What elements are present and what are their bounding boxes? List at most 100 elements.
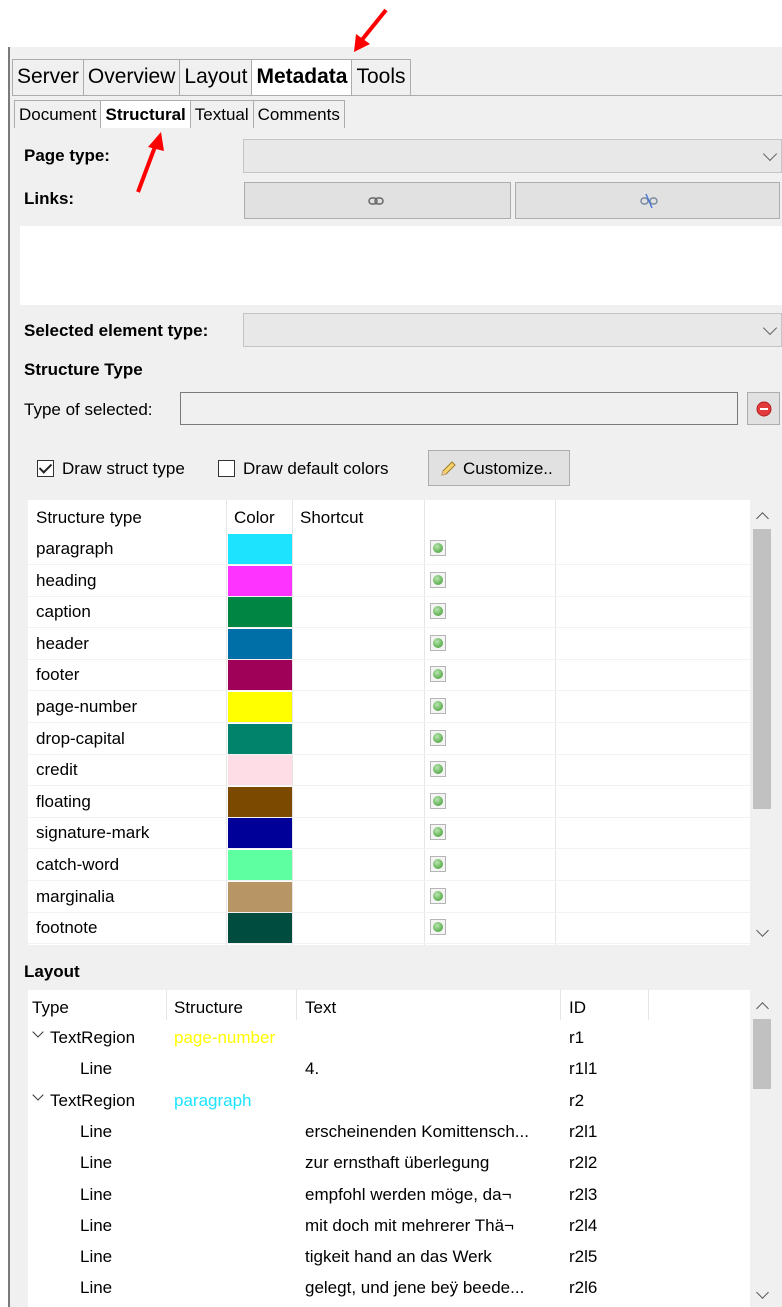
draw-struct-type-checkbox[interactable] [37,460,54,477]
add-shortcut-icon[interactable] [430,761,446,778]
color-swatch[interactable] [228,818,292,849]
layout-type: Line [80,1278,113,1298]
subtab-document[interactable]: Document [14,100,102,128]
column-header-text[interactable]: Text [305,998,336,1018]
layout-row[interactable]: Line 4. r1l1 [28,1055,750,1086]
add-shortcut-icon[interactable] [430,887,446,904]
add-shortcut-icon[interactable] [430,729,446,746]
color-swatch[interactable] [228,565,292,596]
structure-row-floating[interactable]: floating [28,786,750,818]
scroll-up-icon[interactable] [756,512,769,525]
structure-type-name: marginalia [36,886,115,906]
clear-type-button[interactable] [747,392,780,425]
tab-overview[interactable]: Overview [82,59,181,95]
selected-element-type-combo[interactable] [243,313,782,347]
structure-row-header[interactable]: header [28,628,750,660]
column-header-structure[interactable]: Structure [174,998,243,1018]
layout-table-header: Type Structure Text ID [28,990,750,1024]
add-shortcut-icon[interactable] [430,540,446,556]
color-swatch[interactable] [228,850,292,880]
structure-table-scrollbar[interactable] [750,500,774,945]
color-swatch[interactable] [228,881,292,912]
color-swatch[interactable] [228,786,292,817]
structure-type-heading: Structure Type [24,360,143,379]
type-of-selected-field[interactable] [180,392,738,425]
link-icon [368,197,384,205]
structure-row-credit[interactable]: credit [28,755,750,787]
structure-row-footnote[interactable]: footnote [28,913,750,945]
customize-button[interactable]: Customize.. [428,450,570,486]
add-shortcut-icon[interactable] [430,919,446,936]
unlink-icon [640,193,658,209]
add-shortcut-icon[interactable] [430,792,446,809]
add-shortcut-icon[interactable] [430,698,446,714]
color-swatch[interactable] [228,597,292,628]
color-swatch[interactable] [228,660,292,691]
expand-chevron-icon[interactable] [32,1088,44,1101]
layout-row[interactable]: TextRegion page-number r1 [28,1024,750,1055]
layout-text: mit doch mit mehrerer Thä¬ [305,1215,514,1235]
layout-table-scrollbar[interactable] [750,990,774,1307]
add-shortcut-icon[interactable] [430,634,446,651]
tab-server[interactable]: Server [12,59,84,95]
structure-row-footer[interactable]: footer [28,660,750,692]
structure-row-signature-mark[interactable]: signature-mark [28,818,750,850]
add-shortcut-icon[interactable] [430,603,446,620]
subtab-comments[interactable]: Comments [252,100,345,128]
layout-text: gelegt, und jene beÿ beede... [305,1278,525,1298]
link-button[interactable] [244,182,511,219]
annotation-arrow-metadata [354,8,388,52]
scroll-thumb[interactable] [753,529,771,809]
color-swatch[interactable] [228,723,292,754]
structure-row-caption[interactable]: caption [28,597,750,629]
column-header-shortcut[interactable]: Shortcut [300,508,363,528]
color-swatch[interactable] [228,534,292,564]
page-type-combo[interactable] [243,139,782,173]
layout-row[interactable]: Line zur ernsthaft überlegung r2l2 [28,1149,750,1180]
expand-chevron-icon[interactable] [32,1026,44,1038]
subtab-textual[interactable]: Textual [189,100,254,128]
links-list[interactable] [20,226,782,305]
structure-row-heading[interactable]: heading [28,565,750,597]
column-header-id[interactable]: ID [569,998,586,1018]
scroll-down-icon[interactable] [756,924,769,937]
chevron-down-icon [762,320,778,336]
layout-id: r2 [569,1090,585,1110]
add-shortcut-icon[interactable] [430,571,446,588]
add-shortcut-icon[interactable] [430,856,446,872]
color-swatch[interactable] [228,913,292,944]
layout-row[interactable]: Line mit doch mit mehrerer Thä¬ r2l4 [28,1212,750,1243]
scroll-down-icon[interactable] [756,1286,769,1299]
layout-row[interactable]: Line gelegt, und jene beÿ beede... r2l6 [28,1274,750,1305]
structure-row-marginalia[interactable]: marginalia [28,881,750,913]
tab-metadata[interactable]: Metadata [251,59,353,95]
scroll-up-icon[interactable] [756,1002,769,1015]
structure-row-catch-word[interactable]: catch-word [28,850,750,881]
tab-tools[interactable]: Tools [351,59,411,95]
structure-row-paragraph[interactable]: paragraph [28,534,750,565]
structure-type-name: catch-word [36,855,120,874]
layout-row[interactable]: Line erscheinenden Komittensch... r2l1 [28,1118,750,1149]
column-header-color[interactable]: Color [234,508,275,528]
column-header-type[interactable]: Type [32,998,69,1018]
color-swatch[interactable] [228,628,292,659]
draw-default-colors-checkbox[interactable] [218,460,235,477]
structure-row-page-number[interactable]: page-number [28,692,750,723]
layout-row[interactable]: Line empfohl werden möge, da¬ r2l3 [28,1181,750,1212]
structure-row-drop-capital[interactable]: drop-capital [28,723,750,755]
column-divider [166,990,167,1020]
layout-row[interactable]: Line tigkeit hand an das Werk r2l5 [28,1243,750,1274]
structure-type-table[interactable]: Structure type Color Shortcut paragraph h… [28,500,750,945]
color-swatch[interactable] [228,692,292,722]
add-shortcut-icon[interactable] [430,824,446,841]
add-shortcut-icon[interactable] [430,666,446,683]
layout-row[interactable]: TextRegion paragraph r2 [28,1087,750,1118]
layout-tree-table[interactable]: Type Structure Text ID TextRegion page-nu… [28,990,750,1307]
subtab-structural[interactable]: Structural [100,100,191,128]
tab-layout[interactable]: Layout [179,59,253,95]
color-swatch[interactable] [228,755,292,786]
column-header-structure-type[interactable]: Structure type [36,508,142,528]
scroll-thumb[interactable] [753,1019,771,1089]
links-label: Links: [24,189,75,208]
unlink-button[interactable] [515,182,780,219]
